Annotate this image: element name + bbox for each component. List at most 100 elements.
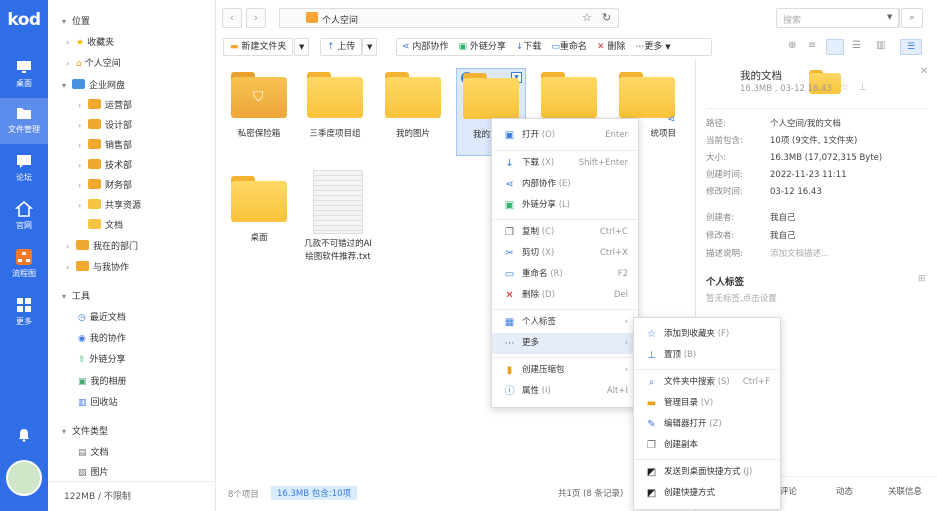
tree-favorites[interactable]: › ★ 收藏夹 [66,33,114,53]
menu-item-copy[interactable]: ❐ 复制 (C) Ctrl+C [492,222,638,243]
tree-dept[interactable]: › 共享资源 [78,196,141,216]
file-item[interactable] [534,72,604,118]
menu-item-duplicate[interactable]: ❐ 创建副本 [634,435,780,456]
detail-panel-toggle[interactable]: ☰ [900,39,922,55]
menu-item-download[interactable]: ↓ 下载 (X) Shift+Enter [492,153,638,174]
file-item[interactable]: ⛉ 私密保险箱 [224,72,294,141]
zoom-icon[interactable]: ⊕ [788,40,796,51]
rail-file-manager[interactable]: 文件管理 [0,98,48,144]
tree-dept[interactable]: › 财务部 [78,176,132,196]
tree-dept[interactable]: › 销售部 [78,136,132,156]
file-item[interactable]: 几款不可错过的AI绘图软件推荐.txt [300,170,376,264]
menu-item-external-share[interactable]: ▣ 外链分享 (L) [492,195,638,216]
menu-item-rename[interactable]: ▭ 重命名 (R) F2 [492,264,638,285]
tab-activity[interactable]: 动态 [836,485,853,497]
menu-item-pin-top[interactable]: ⊥ 置顶 (B) [634,345,780,366]
menu-item-desktop-shortcut[interactable]: ◩ 发送到桌面快捷方式 (J) [634,462,780,483]
tree-dept[interactable]: › 技术部 [78,156,132,176]
grid-view-button[interactable] [826,39,844,55]
upload-button[interactable]: ↑ 上传 [320,38,363,56]
close-icon[interactable]: ✕ [920,66,928,77]
detail-value: 10项 (9文件, 1文件夹) [770,136,858,146]
address-bar[interactable]: 个人空间 ☆ ↻ [279,8,619,28]
tree-filetype-doc[interactable]: ▤ 文档 [78,443,109,463]
internal-collab-button[interactable]: ⋖ 内部协作 [397,39,453,55]
rail-website[interactable]: 官网 [0,194,48,240]
menu-item-more[interactable]: ⋯ 更多 › [492,333,638,354]
rail-flowchart[interactable]: 流程图 [0,242,48,288]
tree-tool-album[interactable]: ▣ 我的相册 [78,372,127,392]
back-button[interactable]: ‹ [222,8,242,28]
menu-item-properties[interactable]: ⓘ 属性 (I) Alt+I [492,381,638,402]
add-tag-icon[interactable]: ⊞ [918,274,926,284]
tree-collab[interactable]: › 与我协作 [66,258,129,278]
tree-label: 企业网盘 [89,81,126,91]
tree-filetype-image[interactable]: ▨ 图片 [78,463,109,477]
search-button[interactable]: ⌕ [901,8,923,28]
bell-icon[interactable] [18,428,30,442]
rail-more[interactable]: 更多 [0,290,48,336]
tree-section-filetypes[interactable]: ▾ 文件类型 [62,422,108,442]
file-item[interactable]: 桌面 [224,176,294,245]
tree-dept[interactable]: › 运营部 [78,96,132,116]
forward-button[interactable]: › [246,8,266,28]
rename-button[interactable]: ▭重命名 [546,39,592,55]
tree-enterprise[interactable]: ▾ 企业网盘 [62,76,125,96]
delete-button[interactable]: ✕ 删除 [592,39,630,55]
tab-comments[interactable]: 评论 [780,485,797,497]
pin-icon[interactable]: ⊥ [858,82,867,93]
menu-item-zip[interactable]: ▮ 创建压缩包 › [492,360,638,381]
tab-related[interactable]: 关联信息 [888,485,922,497]
star-icon[interactable]: ☆ [840,82,849,93]
tree-label: 文档 [105,221,124,231]
address-path[interactable]: 个人空间 [322,13,358,26]
tree-dept[interactable]: › 设计部 [78,116,132,136]
tree-tool-trash[interactable]: ▥ 回收站 [78,393,118,413]
menu-item-tags[interactable]: ▦ 个人标签 › [492,312,638,333]
list-view-icon[interactable]: ☰ [852,40,861,51]
menu-item-internal-collab[interactable]: ⋖ 内部协作 (E) [492,174,638,195]
tags-empty[interactable]: 暂无标签,点击设置 [706,292,777,304]
external-share-button[interactable]: ▣ 外链分享 [453,39,510,55]
menu-item-create-shortcut[interactable]: ◩ 创建快捷方式 [634,483,780,504]
file-item[interactable]: 三季度项目组 [300,72,370,141]
description-input[interactable]: 添加文档描述... [770,249,829,259]
new-folder-button[interactable]: ▬ 新建文件夹 [223,38,294,56]
menu-item-search-folder[interactable]: ⌕ 文件夹中搜索 (S) Ctrl+F [634,372,780,393]
menu-item-cut[interactable]: ✂ 剪切 (X) Ctrl+X [492,243,638,264]
tree-personal[interactable]: › ⌂ 个人空间 [66,54,121,74]
menu-item-open[interactable]: ▣ 打开 (O) Enter [492,125,638,146]
tree-section-position[interactable]: ▾ 位置 [62,12,90,32]
tree-tool-recent[interactable]: ◷ 最近文档 [78,308,126,328]
detail-row: 创建者: 我自己 [706,210,796,226]
flowchart-icon [16,249,32,265]
tree-section-tools[interactable]: ▾ 工具 [62,287,90,307]
menu-item-delete[interactable]: ✕ 删除 (D) Del [492,285,638,306]
refresh-icon[interactable]: ↻ [602,11,611,24]
sort-icon[interactable]: ≡ [808,40,816,51]
star-icon[interactable]: ☆ [582,11,592,24]
search-input[interactable]: 搜索 ▼ [776,8,899,28]
chevron-down-icon[interactable]: ▼ [887,13,892,21]
tree-dept[interactable]: 文档 [88,216,123,236]
tree-tool-share[interactable]: ⇪ 外链分享 [78,350,126,370]
upload-icon: ↑ [327,42,335,52]
rail-forum[interactable]: 论坛 [0,146,48,192]
download-button[interactable]: ↓下载 [511,39,547,55]
split-view-icon[interactable]: ▥ [876,40,885,51]
file-name: 桌面 [250,233,268,243]
avatar[interactable] [6,460,42,496]
menu-item-open-editor[interactable]: ✎ 编辑器打开 (Z) [634,414,780,435]
info-icon: ⓘ [504,386,515,397]
submenu-more: ☆ 添加到收藏夹 (F) ⊥ 置顶 (B) ⌕ 文件夹中搜索 (S) Ctrl+F ▬ 管… [633,317,781,510]
tree-tool-collab[interactable]: ◉ 我的协作 [78,329,126,349]
new-dropdown-button[interactable]: ▼ [294,38,310,56]
menu-item-add-favorite[interactable]: ☆ 添加到收藏夹 (F) [634,324,780,345]
menu-item-manage-dir[interactable]: ▬ 管理目录 (V) [634,393,780,414]
rail-desktop[interactable]: 桌面 [0,52,48,98]
upload-dropdown-button[interactable]: ▼ [362,38,378,56]
more-button[interactable]: ⋯更多 ▼ [630,39,675,55]
file-item[interactable]: 我的图片 [378,72,448,141]
detail-value[interactable]: 个人空间/我的文档 [770,119,841,129]
tree-my-dept[interactable]: › 我在的部门 [66,237,138,257]
